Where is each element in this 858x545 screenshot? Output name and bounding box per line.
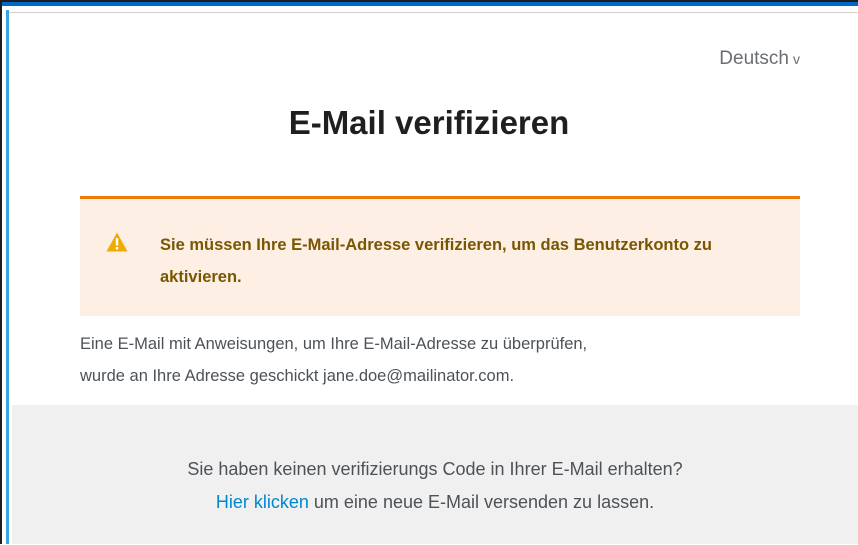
top-accent-bar [2, 2, 858, 6]
footer-link-suffix: um eine neue E-Mail versenden zu lassen. [308, 492, 655, 512]
info-footer: Sie haben keinen verifizierungs Code in … [12, 405, 858, 544]
page-title: E-Mail verifizieren [288, 104, 570, 141]
language-selector[interactable]: Deutsch v [719, 48, 800, 70]
warning-triangle-icon [106, 232, 128, 252]
instructions-line-2: wurde an Ihre Adresse geschickt jane.doe… [80, 367, 515, 385]
instructions-line-1: Eine E-Mail mit Anweisungen, um Ihre E-M… [80, 335, 588, 353]
resend-email-link[interactable]: Hier klicken [216, 492, 309, 512]
alert-message: Sie müssen Ihre E-Mail-Adresse verifizie… [160, 236, 712, 286]
instructions-text: Eine E-Mail mit Anweisungen, um Ihre E-M… [80, 328, 780, 392]
language-selector-label: Deutsch [719, 48, 789, 69]
footer-text: Sie haben keinen verifizierungs Code in … [12, 453, 858, 519]
warning-alert: Sie müssen Ihre E-Mail-Adresse verifizie… [80, 196, 800, 316]
footer-resend-line: Hier klicken um eine neue E-Mail versend… [12, 486, 858, 519]
chevron-down-icon: v [793, 51, 800, 67]
footer-question: Sie haben keinen verifizierungs Code in … [187, 459, 683, 479]
